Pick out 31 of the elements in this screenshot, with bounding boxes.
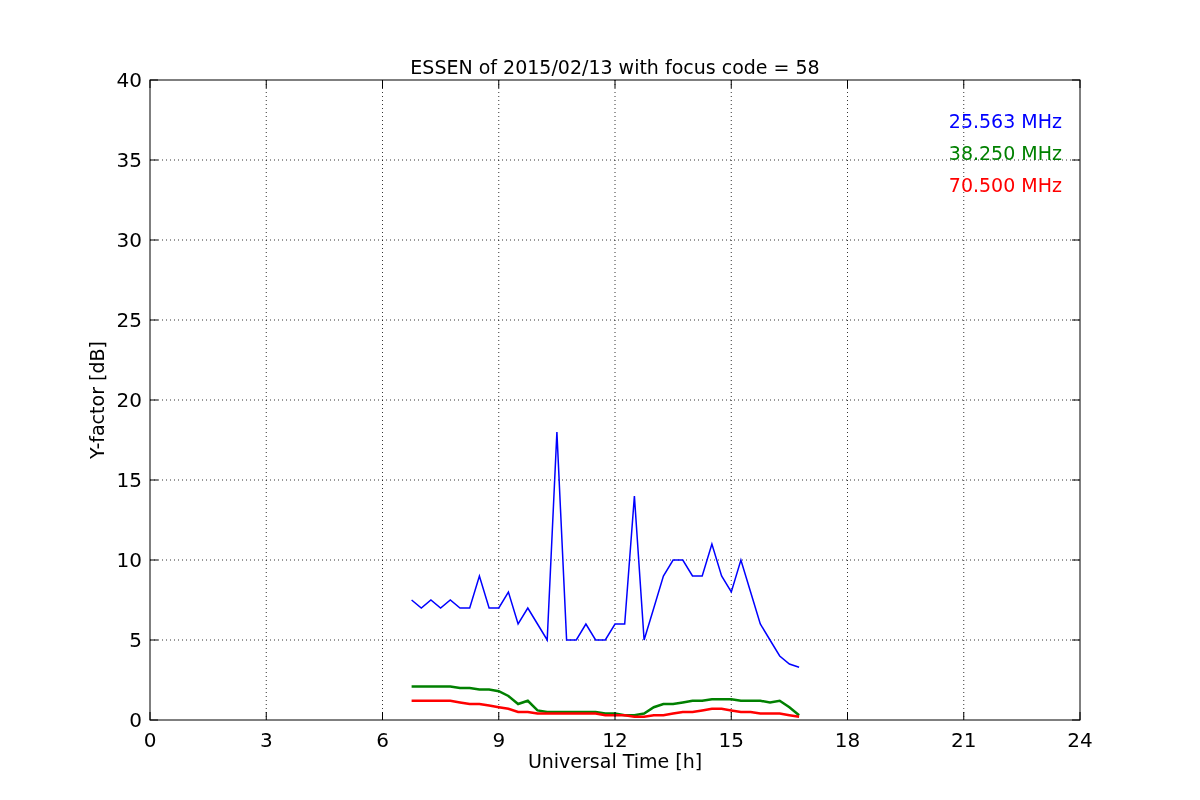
tick-label: 6: [376, 728, 389, 752]
tick-mark: [847, 711, 848, 721]
tick-label: 15: [116, 468, 142, 492]
legend-label: 70.500 MHz: [948, 174, 1062, 196]
tick-label: 24: [1067, 728, 1093, 752]
tick-label: 40: [116, 68, 142, 92]
tick-mark: [730, 711, 732, 721]
tick-label: 21: [951, 728, 977, 752]
legend-label: 25.563 MHz: [948, 110, 1062, 132]
tick-label: 5: [129, 628, 142, 652]
tick-mark: [382, 711, 383, 721]
tick-label: 0: [129, 708, 142, 732]
tick-label: 20: [116, 388, 142, 412]
tick-label: 10: [116, 548, 142, 572]
tick-label: 35: [116, 148, 142, 172]
tick-mark: [265, 711, 267, 721]
tick-label: 15: [718, 728, 744, 752]
tick-label: 3: [259, 728, 273, 752]
tick-mark: [963, 711, 965, 721]
tick-label: 18: [834, 728, 861, 752]
chart-title: ESSEN of 2015/02/13 with focus code = 58: [410, 56, 820, 78]
axis-label: Universal Time [h]: [527, 750, 703, 772]
legend-label: 38.250 MHz: [948, 142, 1062, 164]
tick-label: 30: [116, 228, 142, 252]
tick-label: 12: [602, 728, 628, 752]
tick-label: 0: [143, 728, 157, 752]
tick-label: 25: [116, 308, 142, 332]
tick-mark: [614, 711, 616, 721]
axis-label: Y-factor [dB]: [86, 341, 108, 459]
tick-label: 9: [492, 728, 506, 752]
tick-mark: [498, 711, 500, 721]
